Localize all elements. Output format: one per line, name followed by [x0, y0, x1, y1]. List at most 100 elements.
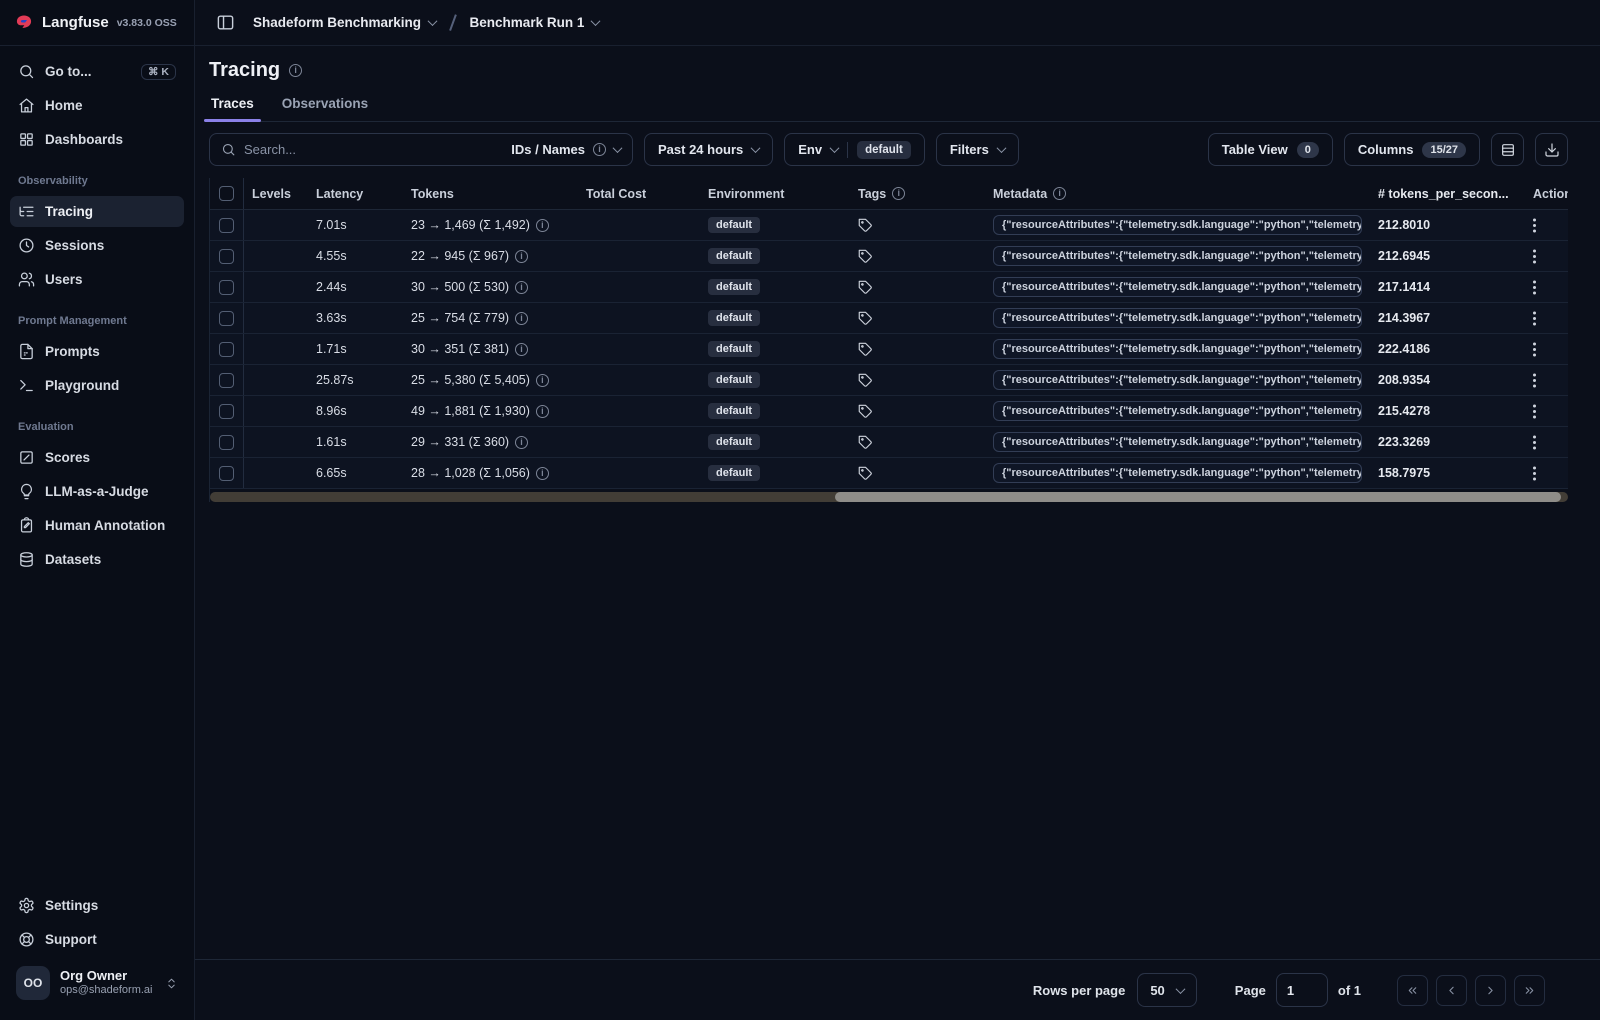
sidebar-toggle-button[interactable]	[211, 9, 239, 37]
breadcrumb-org[interactable]: Shadeform Benchmarking	[253, 15, 436, 30]
tag-icon[interactable]	[858, 218, 873, 233]
kebab-menu-icon[interactable]	[1533, 317, 1536, 320]
table-row[interactable]: 1.71s 30 → 351 (Σ 381) default {"resourc…	[210, 334, 1568, 365]
info-icon[interactable]	[536, 467, 549, 480]
search-input[interactable]	[244, 142, 503, 157]
columns-button[interactable]: Columns 15/27	[1344, 133, 1480, 166]
tag-icon[interactable]	[858, 435, 873, 450]
kebab-menu-icon[interactable]	[1533, 441, 1536, 444]
sidebar-item-users[interactable]: Users	[10, 264, 184, 295]
sidebar-item-home[interactable]: Home	[10, 90, 184, 121]
next-page-button[interactable]	[1475, 975, 1506, 1006]
brand[interactable]: Langfuse v3.83.0 OSS	[0, 0, 194, 46]
sidebar-item-prompts[interactable]: Prompts	[10, 336, 184, 367]
first-page-button[interactable]	[1397, 975, 1428, 1006]
select-all-checkbox[interactable]	[219, 186, 234, 201]
sidebar-item-dashboards[interactable]: Dashboards	[10, 124, 184, 155]
column-header-levels[interactable]: Levels	[244, 178, 308, 209]
sidebar-item-llm-as-a-judge[interactable]: LLM-as-a-Judge	[10, 476, 184, 507]
kebab-menu-icon[interactable]	[1533, 255, 1536, 258]
sidebar-item-human-annotation[interactable]: Human Annotation	[10, 510, 184, 541]
table-row[interactable]: 2.44s 30 → 500 (Σ 530) default {"resourc…	[210, 272, 1568, 303]
goto-search[interactable]: Go to... ⌘ K	[10, 56, 184, 87]
info-icon[interactable]	[515, 281, 528, 294]
sidebar-item-scores[interactable]: Scores	[10, 442, 184, 473]
column-header-environment[interactable]: Environment	[700, 178, 850, 209]
metadata-value[interactable]: {"resourceAttributes":{"telemetry.sdk.la…	[993, 246, 1362, 266]
row-checkbox[interactable]	[219, 249, 234, 264]
tag-icon[interactable]	[858, 311, 873, 326]
kebab-menu-icon[interactable]	[1533, 286, 1536, 289]
kebab-menu-icon[interactable]	[1533, 348, 1536, 351]
kebab-menu-icon[interactable]	[1533, 224, 1536, 227]
time-range-dropdown[interactable]: Past 24 hours	[644, 133, 773, 166]
sidebar-item-datasets[interactable]: Datasets	[10, 544, 184, 575]
table-row[interactable]: 7.01s 23 → 1,469 (Σ 1,492) default {"res…	[210, 210, 1568, 241]
table-row[interactable]: 1.61s 29 → 331 (Σ 360) default {"resourc…	[210, 427, 1568, 458]
last-page-button[interactable]	[1514, 975, 1545, 1006]
tag-icon[interactable]	[858, 280, 873, 295]
row-height-button[interactable]	[1491, 133, 1524, 166]
info-icon[interactable]	[515, 250, 528, 263]
filters-dropdown[interactable]: Filters	[936, 133, 1019, 166]
metadata-value[interactable]: {"resourceAttributes":{"telemetry.sdk.la…	[993, 432, 1362, 452]
row-checkbox[interactable]	[219, 373, 234, 388]
column-header-tokens[interactable]: Tokens	[403, 178, 578, 209]
metadata-value[interactable]: {"resourceAttributes":{"telemetry.sdk.la…	[993, 370, 1362, 390]
tag-icon[interactable]	[858, 466, 873, 481]
table-row[interactable]: 6.65s 28 → 1,028 (Σ 1,056) default {"res…	[210, 458, 1568, 489]
tag-icon[interactable]	[858, 342, 873, 357]
page-number-input[interactable]	[1276, 973, 1328, 1007]
table-row[interactable]: 25.87s 25 → 5,380 (Σ 5,405) default {"re…	[210, 365, 1568, 396]
tag-icon[interactable]	[858, 404, 873, 419]
metadata-value[interactable]: {"resourceAttributes":{"telemetry.sdk.la…	[993, 463, 1362, 483]
row-checkbox[interactable]	[219, 280, 234, 295]
info-icon[interactable]	[515, 436, 528, 449]
breadcrumb-project[interactable]: Benchmark Run 1	[470, 15, 600, 30]
table-view-button[interactable]: Table View 0	[1208, 133, 1333, 166]
info-icon[interactable]	[515, 343, 528, 356]
user-menu[interactable]: OO Org Owner ops@shadeform.ai	[10, 958, 184, 1014]
sidebar-item-support[interactable]: Support	[10, 924, 184, 955]
metadata-value[interactable]: {"resourceAttributes":{"telemetry.sdk.la…	[993, 339, 1362, 359]
env-dropdown[interactable]: Env default	[784, 133, 925, 166]
row-checkbox[interactable]	[219, 311, 234, 326]
tag-icon[interactable]	[858, 373, 873, 388]
info-icon[interactable]	[289, 64, 302, 77]
kebab-menu-icon[interactable]	[1533, 472, 1536, 475]
scrollbar-thumb[interactable]	[835, 492, 1562, 502]
metadata-value[interactable]: {"resourceAttributes":{"telemetry.sdk.la…	[993, 308, 1362, 328]
column-header-tokens-per-second[interactable]: # tokens_per_secon...	[1370, 178, 1515, 209]
sidebar-item-tracing[interactable]: Tracing	[10, 196, 184, 227]
rows-per-page-select[interactable]: 50	[1137, 973, 1196, 1007]
info-icon[interactable]	[536, 374, 549, 387]
metadata-value[interactable]: {"resourceAttributes":{"telemetry.sdk.la…	[993, 277, 1362, 297]
search-mode-dropdown[interactable]: IDs / Names	[511, 142, 621, 157]
column-header-tags[interactable]: Tags	[850, 178, 985, 209]
info-icon[interactable]	[515, 312, 528, 325]
table-row[interactable]: 4.55s 22 → 945 (Σ 967) default {"resourc…	[210, 241, 1568, 272]
kebab-menu-icon[interactable]	[1533, 410, 1536, 413]
previous-page-button[interactable]	[1436, 975, 1467, 1006]
metadata-value[interactable]: {"resourceAttributes":{"telemetry.sdk.la…	[993, 215, 1362, 235]
horizontal-scrollbar[interactable]	[210, 492, 1568, 502]
row-checkbox[interactable]	[219, 342, 234, 357]
row-checkbox[interactable]	[219, 218, 234, 233]
table-row[interactable]: 3.63s 25 → 754 (Σ 779) default {"resourc…	[210, 303, 1568, 334]
info-icon[interactable]	[536, 219, 549, 232]
sidebar-item-playground[interactable]: Playground	[10, 370, 184, 401]
column-header-metadata[interactable]: Metadata	[985, 178, 1370, 209]
tag-icon[interactable]	[858, 249, 873, 264]
export-button[interactable]	[1535, 133, 1568, 166]
row-checkbox[interactable]	[219, 466, 234, 481]
sidebar-item-sessions[interactable]: Sessions	[10, 230, 184, 261]
sidebar-item-settings[interactable]: Settings	[10, 890, 184, 921]
metadata-value[interactable]: {"resourceAttributes":{"telemetry.sdk.la…	[993, 401, 1362, 421]
row-checkbox[interactable]	[219, 435, 234, 450]
tab-observations[interactable]: Observations	[280, 91, 370, 121]
info-icon[interactable]	[536, 405, 549, 418]
tab-traces[interactable]: Traces	[209, 91, 256, 121]
column-header-latency[interactable]: Latency	[308, 178, 403, 209]
table-row[interactable]: 8.96s 49 → 1,881 (Σ 1,930) default {"res…	[210, 396, 1568, 427]
kebab-menu-icon[interactable]	[1533, 379, 1536, 382]
